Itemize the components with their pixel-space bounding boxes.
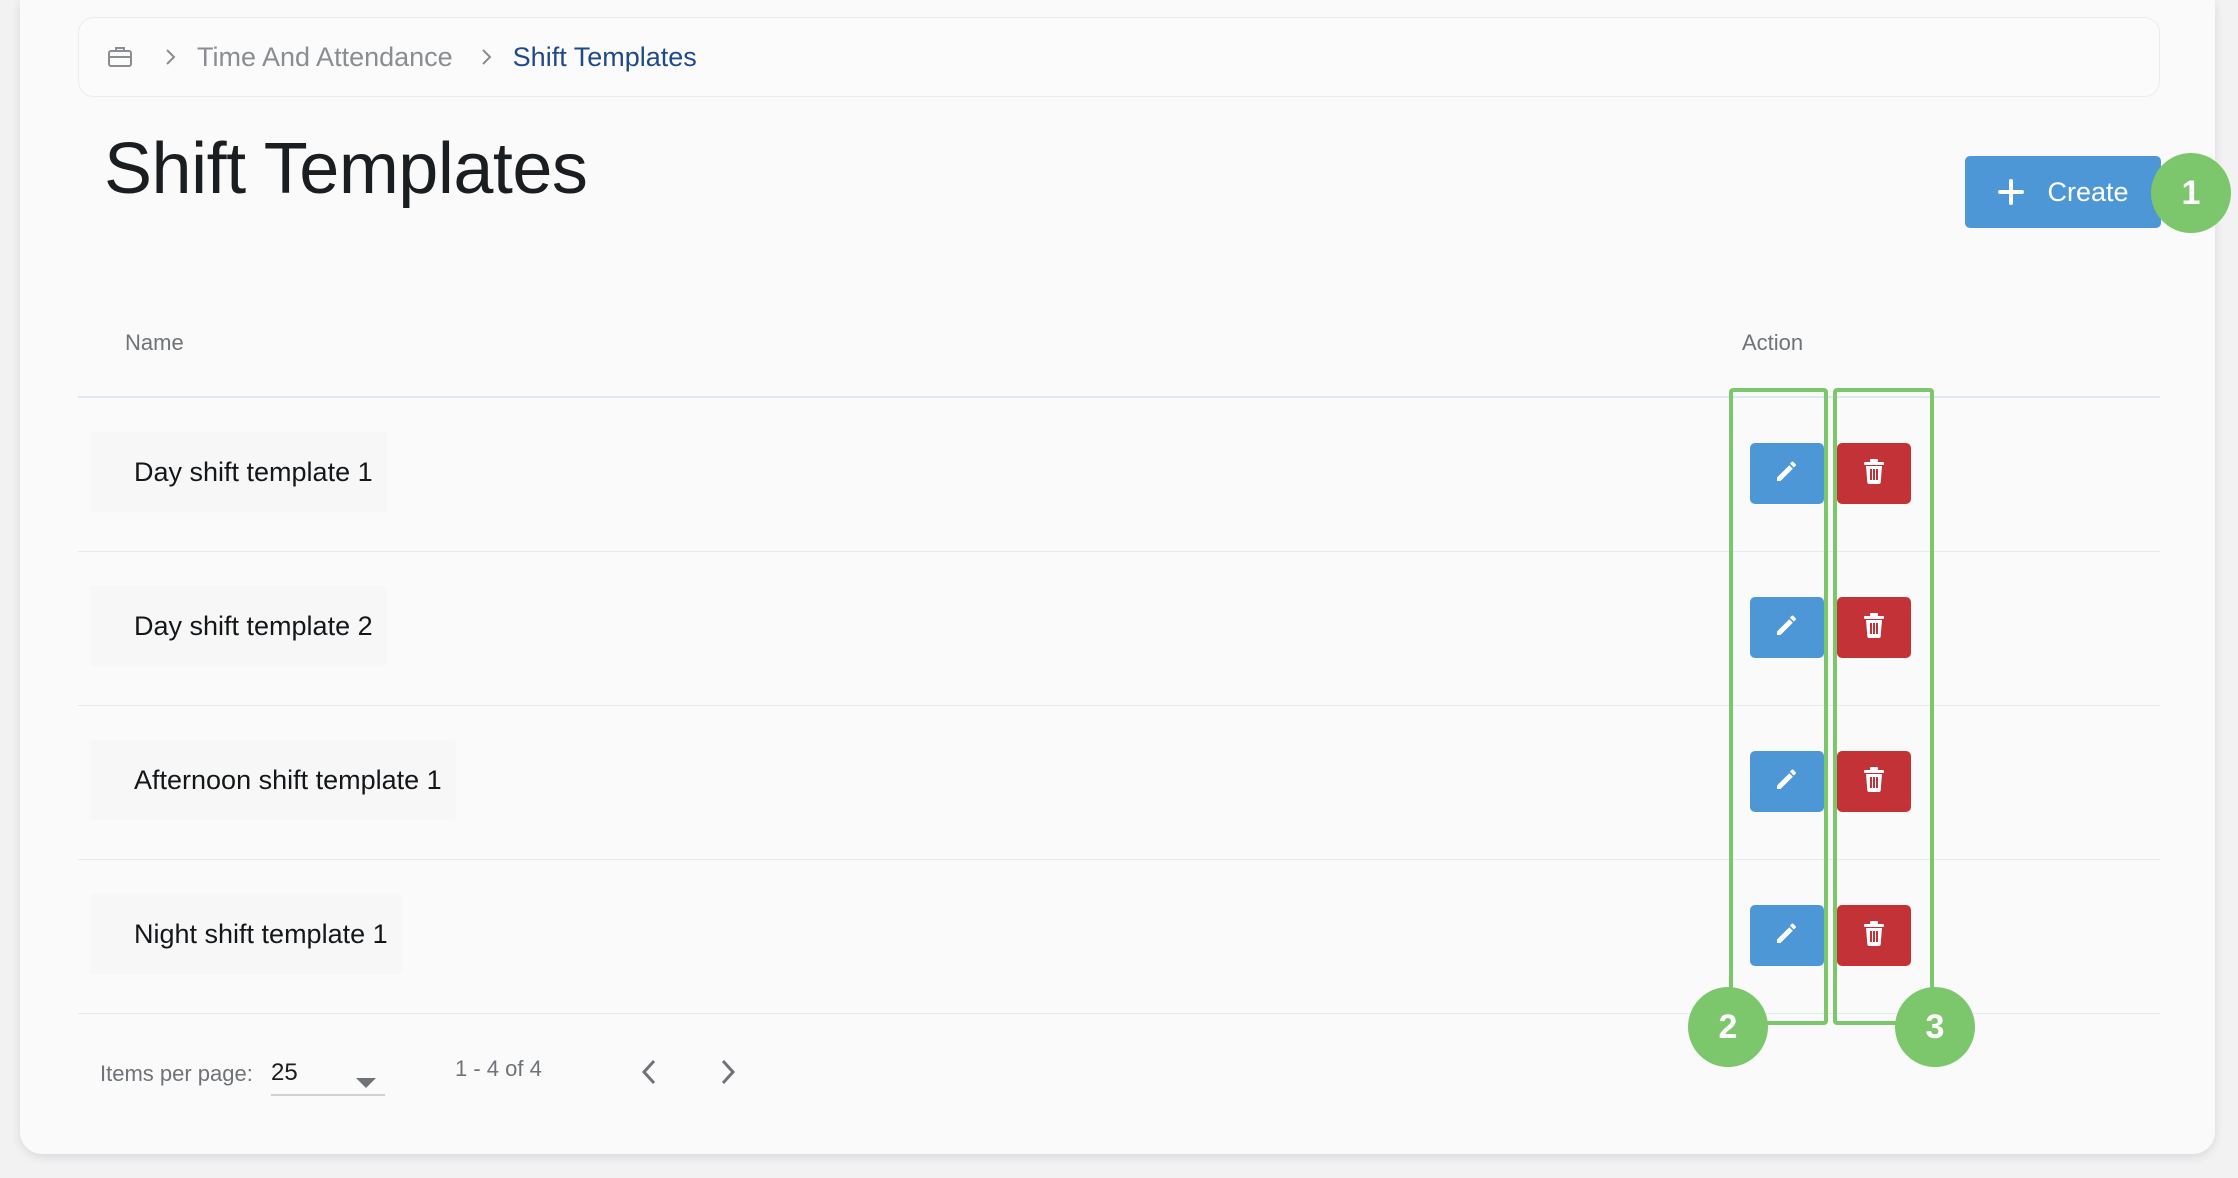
breadcrumb: Time And Attendance Shift Templates xyxy=(78,17,2160,97)
row-name: Day shift template 2 xyxy=(90,586,387,666)
items-per-page-label: Items per page: xyxy=(100,1061,253,1086)
chevron-right-icon xyxy=(473,47,499,67)
breadcrumb-item-time-and-attendance[interactable]: Time And Attendance xyxy=(197,42,453,73)
create-button[interactable]: Create xyxy=(1965,156,2161,228)
annotation-badge-3: 3 xyxy=(1895,987,1975,1067)
row-name: Night shift template 1 xyxy=(90,894,402,974)
page-title: Shift Templates xyxy=(104,129,588,209)
column-header-action: Action xyxy=(1742,330,1804,355)
column-header-name: Name xyxy=(125,330,184,355)
previous-page-button[interactable] xyxy=(629,1054,669,1094)
caret-down-icon xyxy=(355,1068,377,1096)
items-per-page-select[interactable]: 25 xyxy=(271,1052,385,1096)
highlight-delete-column xyxy=(1833,388,1934,1025)
annotation-badge-1: 1 xyxy=(2151,153,2231,233)
breadcrumb-item-shift-templates: Shift Templates xyxy=(512,41,697,72)
plus-icon xyxy=(1997,178,2025,206)
annotation-badge-2: 2 xyxy=(1688,987,1768,1067)
chevron-left-icon xyxy=(639,1057,659,1092)
create-button-label: Create xyxy=(2047,176,2129,207)
pagination-range: 1 - 4 of 4 xyxy=(455,1056,542,1081)
next-page-button[interactable] xyxy=(708,1054,748,1094)
chevron-right-icon xyxy=(718,1057,738,1092)
items-per-page-value: 25 xyxy=(271,1059,298,1086)
chevron-right-icon xyxy=(157,47,183,67)
highlight-edit-column xyxy=(1729,388,1828,1025)
briefcase-icon[interactable] xyxy=(107,44,133,70)
row-name: Afternoon shift template 1 xyxy=(90,740,456,820)
row-name: Day shift template 1 xyxy=(90,432,387,512)
